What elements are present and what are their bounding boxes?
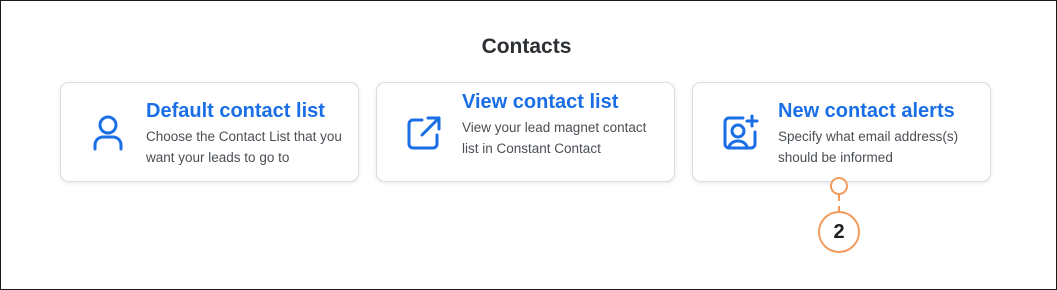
card-title: New contact alerts <box>778 100 955 122</box>
callout-anchor <box>830 177 848 195</box>
card-title: View contact list <box>462 91 619 113</box>
card-description: Choose the Contact List that you want yo… <box>146 129 342 165</box>
user-icon <box>87 112 129 154</box>
callout-line <box>838 195 840 212</box>
external-link-icon <box>403 112 445 154</box>
view-contact-list-card[interactable]: View contact list View your lead magnet … <box>376 82 675 182</box>
card-title: Default contact list <box>146 100 325 122</box>
default-contact-list-card[interactable]: Default contact list Choose the Contact … <box>60 82 359 182</box>
card-description: Specify what email address(s) should be … <box>778 129 959 165</box>
page-title: Contacts <box>481 35 572 58</box>
card-description: View your lead magnet contact list in Co… <box>462 120 647 156</box>
new-contact-alerts-card[interactable]: New contact alerts Specify what email ad… <box>692 82 991 182</box>
callout-badge: 2 <box>818 211 860 253</box>
content-frame: Contacts Default contact list Choose the… <box>0 0 1057 290</box>
add-contact-icon <box>719 112 761 154</box>
